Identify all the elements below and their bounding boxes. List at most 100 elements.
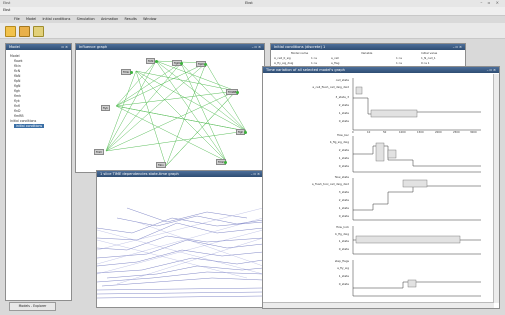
x-tick: 10: [367, 131, 371, 134]
axis-label: flow_lock: [336, 225, 349, 229]
models-explorer-tab[interactable]: Models - Explorer: [9, 302, 56, 311]
menu-results[interactable]: Results: [125, 16, 137, 23]
tree-item[interactable]: flgN: [14, 84, 20, 88]
table-cell[interactable]: A_fly_sig_dsig: [274, 61, 293, 65]
axis-label: 2_state: [338, 148, 349, 152]
tree-item[interactable]: flmh: [14, 94, 21, 98]
tree-item-selected[interactable]: initial conditions: [14, 124, 45, 128]
table-cell[interactable]: 1_N_cell_1: [421, 56, 436, 60]
tree-item[interactable]: flowk: [14, 59, 22, 63]
dynamics-panel: 1 slice TIME dependencies state-time gra…: [96, 170, 264, 308]
menu-row: File Model Initial conditions Simulation…: [14, 16, 161, 23]
axis-label: 0_state: [338, 119, 349, 123]
x-tick: 1500: [417, 131, 424, 134]
axis-label: flow_state: [334, 175, 349, 179]
axis-label: b_flg_dsig: [335, 232, 349, 236]
menu-window[interactable]: Window: [143, 16, 156, 23]
table-cell[interactable]: 1 ns: [396, 61, 402, 65]
axis-label: 0_state: [338, 164, 349, 168]
table-cell[interactable]: 1 ns: [311, 61, 317, 65]
table-cell[interactable]: a_flag: [331, 61, 339, 65]
timeplot-title: Time variation of all selected model's g…: [263, 67, 499, 73]
new-icon[interactable]: [5, 26, 16, 37]
influence-graph: [105, 60, 247, 167]
save-icon[interactable]: [33, 26, 44, 37]
conditions-panel: Initial conditions (discrete) 1 –▫× Mode…: [270, 43, 466, 68]
dynamics-plot: [97, 207, 263, 299]
axis-label: 0_state: [338, 247, 349, 251]
axis-label: 3_state: [338, 190, 349, 194]
column-header[interactable]: Model name: [291, 51, 308, 55]
table-cell[interactable]: A_cell_0_sig: [274, 56, 291, 60]
open-icon[interactable]: [19, 26, 30, 37]
axis-label: 1_state: [338, 156, 349, 160]
window-controls[interactable]: – ▫ ×: [480, 0, 501, 5]
window-app-label: Ebst: [3, 1, 11, 5]
graph-node[interactable]: flcN: [146, 58, 156, 64]
x-tick: 2000: [435, 131, 442, 134]
explorer-window-buttons[interactable]: ▫×: [62, 44, 69, 50]
tree-item[interactable]: flcN: [14, 69, 20, 73]
graph-node-dot: [130, 71, 133, 74]
axis-label: 0_state: [338, 214, 349, 218]
menu-animation[interactable]: Animation: [101, 16, 118, 23]
dynamics-window-buttons[interactable]: –▫×: [251, 171, 261, 177]
axis-label: 1_state: [338, 239, 349, 243]
menu-simulation[interactable]: Simulation: [77, 16, 95, 23]
graph-node-dot: [180, 62, 183, 65]
menu-model[interactable]: Model: [26, 16, 36, 23]
table-cell[interactable]: 1 ns: [396, 56, 402, 60]
axis-label: cell_state: [335, 78, 349, 82]
axis-label: 3_state_3: [335, 95, 349, 99]
axis-label: a_flush_tool_cell_dsig_dsid: [311, 182, 349, 186]
x-tick: 0: [352, 131, 354, 134]
x-tick: 1000: [399, 131, 406, 134]
tree-section[interactable]: Initial conditions: [10, 119, 36, 123]
x-tick: 3000: [470, 131, 477, 134]
axis-label: 1_state: [338, 111, 349, 115]
tree-item[interactable]: flnfI: [14, 104, 20, 108]
graph-node-dot: [244, 131, 247, 134]
tree-item[interactable]: flbN: [14, 74, 20, 78]
tree-root[interactable]: Model: [10, 54, 20, 58]
window-title: Ebst: [245, 1, 253, 5]
table-cell[interactable]: 1 ns: [311, 56, 317, 60]
table-cell[interactable]: a_cell: [331, 56, 339, 60]
network-panel: Influence graph –▫× flcN flgN flpN flmk …: [75, 43, 265, 173]
tree-item[interactable]: flpN: [14, 79, 20, 83]
axis-label: 2_state: [338, 198, 349, 202]
axis-label: flow_bsc: [337, 133, 349, 137]
timeplot-window-buttons[interactable]: –▫×: [487, 67, 497, 73]
explorer-panel: Model ▫× Model flowk flkin flcN flbN flp…: [5, 43, 72, 301]
tree-item[interactable]: flyk: [14, 99, 20, 103]
tree-item[interactable]: flkin: [14, 64, 21, 68]
network-title: Influence graph: [76, 44, 264, 50]
column-header[interactable]: Variable: [361, 51, 372, 55]
graph-node-dot: [204, 63, 207, 66]
axis-label: step_flags: [334, 259, 349, 263]
vertical-scrollbar[interactable]: [493, 74, 499, 303]
menu-initial-conditions[interactable]: Initial conditions: [42, 16, 70, 23]
axis-label: 2_state: [338, 103, 349, 107]
menu-file[interactable]: File: [14, 16, 20, 23]
timeplot-axes: [352, 78, 481, 297]
toolbar: [0, 23, 505, 39]
graph-node[interactable]: flnD: [94, 149, 104, 155]
graph-node-dot: [155, 60, 158, 63]
axis-label: 1_state: [338, 274, 349, 278]
tree-item[interactable]: flgh: [14, 89, 20, 93]
network-window-buttons[interactable]: –▫×: [252, 44, 262, 50]
axis-label: 1_state: [338, 206, 349, 210]
conditions-title: Initial conditions (discrete) 1: [271, 44, 465, 50]
table-cell[interactable]: 0 ns 1: [421, 61, 430, 65]
graph-node[interactable]: flkin: [156, 162, 166, 168]
app-menu-label: Ebst: [3, 8, 11, 12]
conditions-window-buttons[interactable]: –▫×: [453, 44, 463, 50]
tree-item[interactable]: flmRB: [14, 114, 24, 118]
graph-node-dot: [224, 161, 227, 164]
column-header[interactable]: Initial value: [421, 51, 437, 55]
graph-node[interactable]: flyk: [101, 105, 111, 111]
x-tick: 2500: [453, 131, 460, 134]
tree-item[interactable]: flnD: [14, 109, 20, 113]
axis-label: a_cell_flush_cell_dsig_dsid: [312, 85, 349, 89]
